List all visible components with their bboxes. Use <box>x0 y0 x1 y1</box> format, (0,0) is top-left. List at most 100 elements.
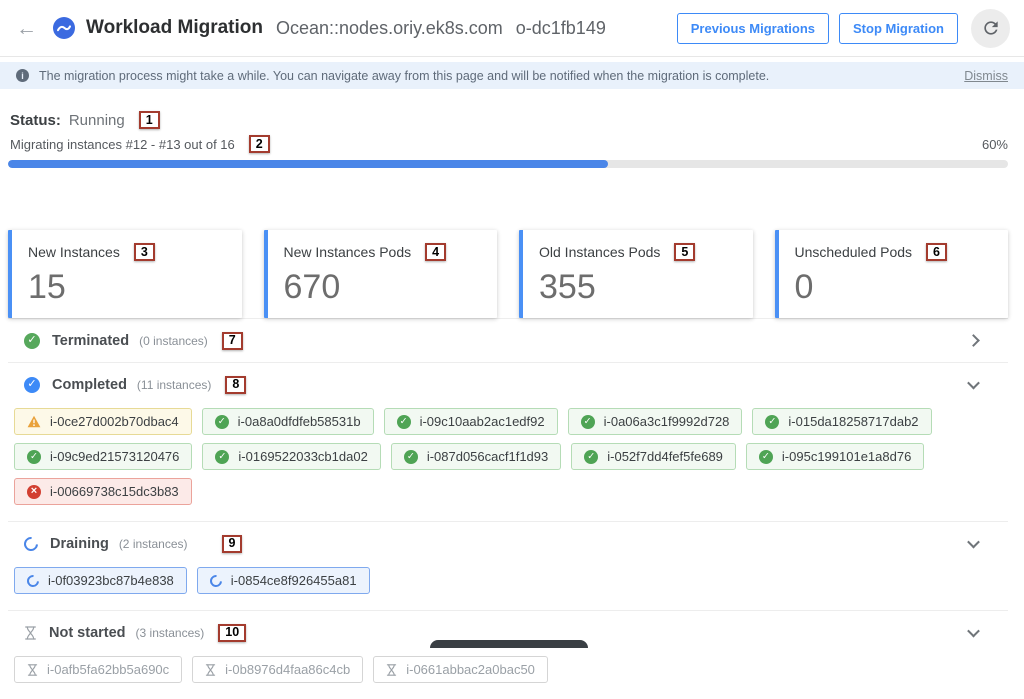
section-completed-header[interactable]: ✓ Completed (11 instances) 8 <box>8 363 1008 406</box>
app-header: ← Workload Migration Ocean::nodes.oriy.e… <box>0 0 1024 57</box>
success-check-icon: ✓ <box>215 450 229 464</box>
completed-instances-list: i-0ce27d002b70dbac4 ✓ i-0a8a0dfdfeb58531… <box>8 406 1008 521</box>
instance-chip[interactable]: ✓ i-015da18258717dab2 <box>752 408 931 435</box>
card-label-text: New Instances Pods <box>284 244 412 260</box>
instance-chip[interactable]: ✓ i-0169522033cb1da02 <box>202 443 380 470</box>
instance-id: i-0b8976d4faa86c4cb <box>225 662 350 677</box>
ocean-logo-icon <box>53 17 75 39</box>
instance-chip[interactable]: i-0661abbac2a0bac50 <box>373 656 548 683</box>
dismiss-link[interactable]: Dismiss <box>964 69 1008 83</box>
terminated-check-icon: ✓ <box>24 333 40 349</box>
draining-instances-list: i-0f03923bc87b4e838 i-0854ce8f926455a81 <box>8 565 1008 610</box>
instance-id: i-015da18258717dab2 <box>788 414 918 429</box>
card-label: Old Instances Pods 5 <box>539 243 737 261</box>
chevron-down-icon <box>967 625 980 638</box>
spinner-icon <box>207 572 224 589</box>
annotation-marker-4: 4 <box>425 243 446 261</box>
summary-cards: New Instances 3 15 New Instances Pods 4 … <box>8 230 1008 318</box>
annotation-marker-7: 7 <box>222 332 243 350</box>
chevron-down-icon <box>967 536 980 549</box>
banner-message: The migration process might take a while… <box>39 69 769 83</box>
success-check-icon: ✓ <box>404 450 418 464</box>
instance-chip[interactable]: × i-00669738c15dc3b83 <box>14 478 192 505</box>
card-old-instances-pods: Old Instances Pods 5 355 <box>519 230 753 318</box>
success-check-icon: ✓ <box>215 415 229 429</box>
card-new-instances-pods: New Instances Pods 4 670 <box>264 230 498 318</box>
section-title: Terminated <box>52 333 129 349</box>
card-new-instances: New Instances 3 15 <box>8 230 242 318</box>
annotation-marker-2: 2 <box>249 135 270 153</box>
page-title: Workload Migration <box>86 17 263 39</box>
instance-id: i-087d056cacf1f1d93 <box>427 449 548 464</box>
card-label: New Instances Pods 4 <box>284 243 482 261</box>
status-value: Running <box>69 112 125 129</box>
chevron-right-icon <box>967 334 980 347</box>
annotation-marker-9: 9 <box>222 535 243 553</box>
section-count: (0 instances) <box>139 334 208 348</box>
refresh-button[interactable] <box>971 9 1010 48</box>
card-value: 15 <box>28 268 226 307</box>
status-row: Status: Running 1 <box>8 111 1008 129</box>
instance-chip[interactable]: i-0f03923bc87b4e838 <box>14 567 187 594</box>
instance-chip[interactable]: ✓ i-095c199101e1a8d76 <box>746 443 924 470</box>
draining-collapse-button[interactable] <box>965 532 982 555</box>
progress-header: Migrating instances #12 - #13 out of 16 … <box>8 135 1008 153</box>
section-count: (3 instances) <box>136 626 205 640</box>
terminated-expand-button[interactable] <box>965 329 982 352</box>
not-started-collapse-button[interactable] <box>965 621 982 644</box>
instance-id: i-0169522033cb1da02 <box>238 449 367 464</box>
bottom-toast-partial <box>430 640 588 648</box>
instance-id: i-0ce27d002b70dbac4 <box>50 414 179 429</box>
instance-id: i-0854ce8f926455a81 <box>231 573 357 588</box>
success-check-icon: ✓ <box>397 415 411 429</box>
section-terminated-header[interactable]: ✓ Terminated (0 instances) 7 <box>8 319 1008 362</box>
section-draining-header[interactable]: Draining (2 instances) 9 <box>8 522 1008 565</box>
instance-chip[interactable]: ✓ i-052f7dd4fef5fe689 <box>571 443 736 470</box>
annotation-marker-6: 6 <box>926 243 947 261</box>
card-value: 355 <box>539 268 737 307</box>
chevron-down-icon <box>967 377 980 390</box>
instance-id: i-09c10aab2ac1edf92 <box>420 414 545 429</box>
instance-chip[interactable]: i-0b8976d4faa86c4cb <box>192 656 363 683</box>
not-started-instances-list: i-0afb5fa62bb5a690c i-0b8976d4faa86c4cb <box>8 654 1008 699</box>
error-x-icon: × <box>27 485 41 499</box>
card-value: 0 <box>795 268 993 307</box>
card-label-text: Old Instances Pods <box>539 244 660 260</box>
section-count: (2 instances) <box>119 537 188 551</box>
instance-chip[interactable]: ✓ i-09c10aab2ac1edf92 <box>384 408 558 435</box>
progress-bar <box>8 160 1008 168</box>
instance-id: i-0f03923bc87b4e838 <box>48 573 174 588</box>
info-icon: i <box>16 69 29 82</box>
info-banner: i The migration process might take a whi… <box>0 62 1024 89</box>
instance-chip[interactable]: ✓ i-0a8a0dfdfeb58531b <box>202 408 374 435</box>
annotation-marker-8: 8 <box>225 376 246 394</box>
instance-chip[interactable]: ✓ i-0a06a3c1f9992d728 <box>568 408 743 435</box>
completed-check-icon: ✓ <box>24 377 40 393</box>
annotation-marker-1: 1 <box>139 111 160 129</box>
refresh-icon <box>981 18 1001 38</box>
section-title: Draining <box>50 536 109 552</box>
completed-collapse-button[interactable] <box>965 373 982 396</box>
instance-chip[interactable]: ✓ i-087d056cacf1f1d93 <box>391 443 561 470</box>
card-label: Unscheduled Pods 6 <box>795 243 993 261</box>
instance-chip[interactable]: i-0854ce8f926455a81 <box>197 567 370 594</box>
instance-chip[interactable]: ✓ i-09c9ed21573120476 <box>14 443 192 470</box>
success-check-icon: ✓ <box>581 415 595 429</box>
card-label-text: New Instances <box>28 244 120 260</box>
previous-migrations-button[interactable]: Previous Migrations <box>677 13 829 44</box>
draining-spinner-icon <box>24 537 38 551</box>
back-arrow-icon[interactable]: ← <box>16 18 37 39</box>
instance-id: i-0a06a3c1f9992d728 <box>604 414 730 429</box>
cluster-name: Ocean::nodes.oriy.ek8s.com <box>276 18 503 39</box>
success-check-icon: ✓ <box>27 450 41 464</box>
stop-migration-button[interactable]: Stop Migration <box>839 13 958 44</box>
status-label: Status: <box>10 112 61 129</box>
card-label: New Instances 3 <box>28 243 226 261</box>
instance-chip[interactable]: i-0ce27d002b70dbac4 <box>14 408 192 435</box>
section-title: Not started <box>49 625 126 641</box>
hourglass-icon <box>205 664 216 676</box>
warning-icon <box>27 415 41 428</box>
instance-id: i-0afb5fa62bb5a690c <box>47 662 169 677</box>
instance-chip[interactable]: i-0afb5fa62bb5a690c <box>14 656 182 683</box>
instance-id: i-0a8a0dfdfeb58531b <box>238 414 361 429</box>
